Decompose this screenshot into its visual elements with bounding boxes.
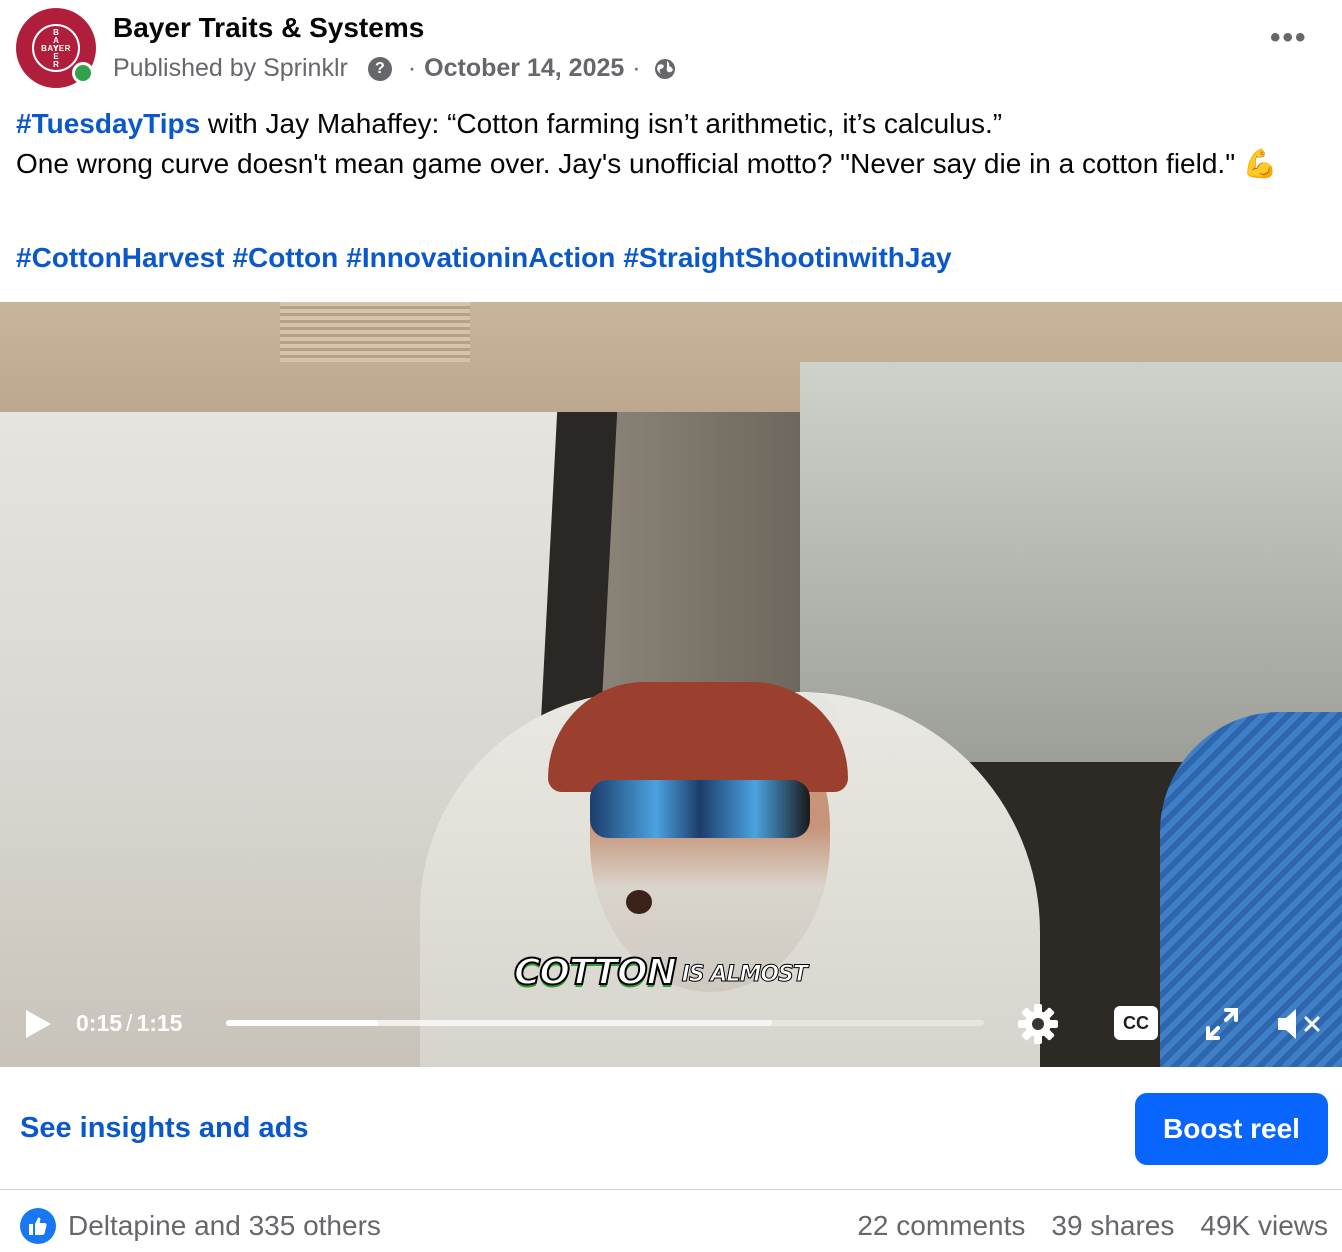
- video-person-mouth: [626, 890, 652, 914]
- play-icon[interactable]: [22, 1008, 54, 1040]
- likers-link[interactable]: Deltapine and 335 others: [68, 1210, 381, 1242]
- expand-icon[interactable]: [1202, 1004, 1242, 1044]
- cc-icon[interactable]: CC: [1114, 1006, 1158, 1040]
- published-by-label: Published by Sprinklr: [113, 54, 348, 82]
- engagement-counts: 22 comments 39 shares 49K views: [831, 1210, 1328, 1242]
- post-header: BAYER BAYER Bayer Traits & Systems Publi…: [0, 0, 1342, 100]
- page-name-link[interactable]: Bayer Traits & Systems: [113, 12, 424, 44]
- comments-count-link[interactable]: 22 comments: [857, 1210, 1025, 1242]
- video-progress-bar[interactable]: [226, 1020, 984, 1026]
- mute-icon[interactable]: [1274, 1004, 1322, 1044]
- more-options-icon[interactable]: •••: [1270, 23, 1314, 58]
- hashtag-link[interactable]: #StraightShootinwithJay: [623, 242, 951, 273]
- post-date-link[interactable]: October 14, 2025: [424, 54, 624, 83]
- globe-icon[interactable]: [653, 57, 677, 81]
- boost-reel-button[interactable]: Boost reel: [1135, 1093, 1328, 1165]
- time-separator: /: [126, 1010, 133, 1036]
- hashtag-link[interactable]: #Cotton: [232, 242, 338, 273]
- caption-big-word: COTTON: [513, 951, 678, 994]
- video-person-sunglasses: [590, 780, 810, 838]
- current-time: 0:15: [76, 1010, 123, 1036]
- video-time: 0:15/1:15: [76, 1010, 182, 1037]
- progress-played: [226, 1020, 378, 1026]
- video-scene-vent: [280, 302, 470, 362]
- online-status-icon: [72, 62, 94, 84]
- logo-text-vertical: BAYER: [51, 28, 61, 68]
- post-text-line1: with Jay Mahaffey: “Cotton farming isn’t…: [200, 108, 1003, 139]
- gear-icon[interactable]: [1016, 1002, 1060, 1046]
- bayer-logo: BAYER BAYER: [32, 24, 80, 72]
- like-icon[interactable]: [20, 1208, 56, 1244]
- post-meta: Published by Sprinklr ? · October 14, 20…: [113, 54, 677, 83]
- video-caption: COTTON IS ALMOST: [513, 943, 808, 994]
- see-insights-link[interactable]: See insights and ads: [20, 1112, 308, 1145]
- video-person-cap: [548, 682, 848, 792]
- post-actions: See insights and ads Boost reel: [0, 1068, 1342, 1190]
- hashtag-list: #CottonHarvest #Cotton #InnovationinAction…: [16, 238, 960, 278]
- views-count: 49K views: [1200, 1210, 1328, 1241]
- help-icon[interactable]: ?: [367, 56, 392, 81]
- post-body: #TuesdayTips with Jay Mahaffey: “Cotton …: [16, 104, 1326, 184]
- meta-separator: ·: [407, 54, 417, 82]
- hashtag-link[interactable]: #InnovationinAction: [346, 242, 615, 273]
- hashtag-link[interactable]: #TuesdayTips: [16, 108, 200, 139]
- engagement-stats: Deltapine and 335 others 22 comments 39 …: [0, 1192, 1342, 1252]
- hashtag-link[interactable]: #CottonHarvest: [16, 242, 224, 273]
- video-controls: 0:15/1:15 CC: [0, 990, 1342, 1060]
- post-text-line2: One wrong curve doesn't mean game over. …: [16, 148, 1243, 179]
- shares-count-link[interactable]: 39 shares: [1051, 1210, 1174, 1242]
- duration: 1:15: [136, 1010, 183, 1036]
- meta-separator: ·: [632, 54, 641, 82]
- flexed-biceps-emoji: 💪: [1242, 148, 1278, 179]
- caption-small-words: IS ALMOST: [681, 962, 808, 988]
